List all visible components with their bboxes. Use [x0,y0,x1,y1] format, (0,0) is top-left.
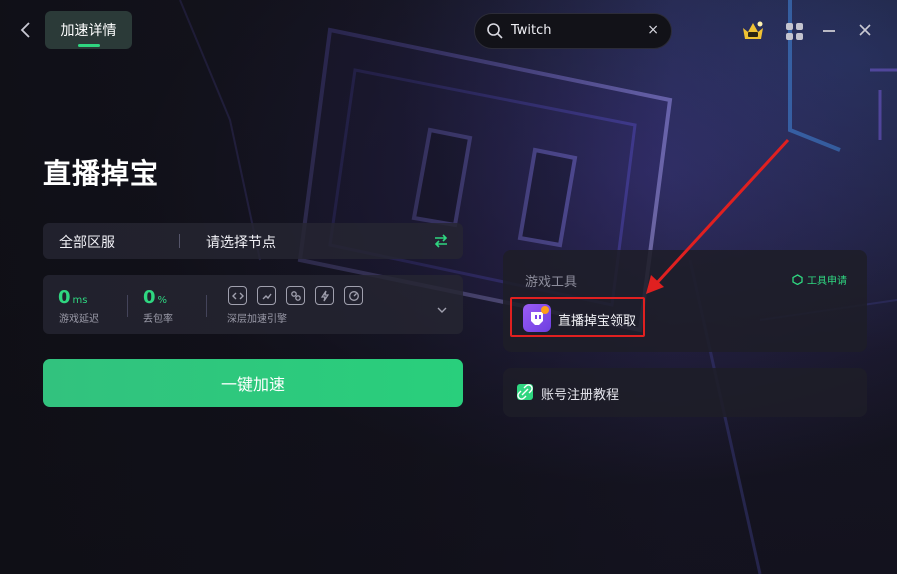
link-icon [228,286,247,305]
latency-label: 游戏延迟 [59,314,99,325]
close-icon[interactable] [857,22,873,38]
account-registration-label: 账号注册教程 [541,388,620,403]
engine-icons [228,286,363,305]
clear-search-icon[interactable]: × [647,22,659,38]
stream-drops-label: 直播掉宝领取 [558,314,637,329]
apps-grid-icon[interactable] [786,23,803,40]
region-select[interactable]: 全部区服 [59,232,115,252]
tool-apply-label: 工具申请 [807,276,847,287]
acceleration-stats: 0 ms 游戏延迟 0% 丢包率 深层加速引擎 [43,275,463,334]
tab-acceleration-details[interactable]: 加速详情 [45,11,132,49]
link-icon [517,384,533,400]
stream-drops-tool[interactable]: 直播掉宝领取 [510,297,645,337]
page-title: 直播掉宝 [43,157,160,190]
latency-unit: ms [72,295,88,306]
node-select[interactable]: 请选择节点 [206,232,276,252]
image-icon [257,286,276,305]
search-icon [486,22,504,40]
nodes-icon [286,286,305,305]
account-registration-guide[interactable]: 账号注册教程 [503,368,867,417]
speedometer-icon [344,286,363,305]
engine-label: 深层加速引擎 [227,314,287,325]
packet-loss-value: 0% [143,287,168,308]
vip-crown-icon[interactable] [741,20,765,42]
search-input[interactable]: Twitch [511,23,552,38]
divider [179,234,180,248]
back-icon[interactable] [18,20,34,40]
divider [127,295,128,317]
search-bar[interactable]: Twitch × [474,13,672,49]
chevron-down-icon[interactable] [437,299,447,313]
swap-icon[interactable] [433,233,449,249]
tab-label: 加速详情 [60,23,117,39]
stream-drops-icon [523,304,551,332]
packet-loss-label: 丢包率 [143,314,173,325]
minimize-icon[interactable] [823,30,835,32]
server-node-selector[interactable]: 全部区服 请选择节点 [43,223,463,259]
tab-active-indicator [78,44,100,47]
tool-apply-link[interactable]: 工具申请 [792,272,847,287]
divider [206,295,207,317]
cube-icon [792,274,803,285]
packet-loss-unit: % [157,295,168,306]
lightning-icon [315,286,334,305]
latency-value: 0 ms [58,287,88,308]
one-click-accelerate-button[interactable]: 一键加速 [43,359,463,407]
game-tools-title: 游戏工具 [525,275,578,290]
